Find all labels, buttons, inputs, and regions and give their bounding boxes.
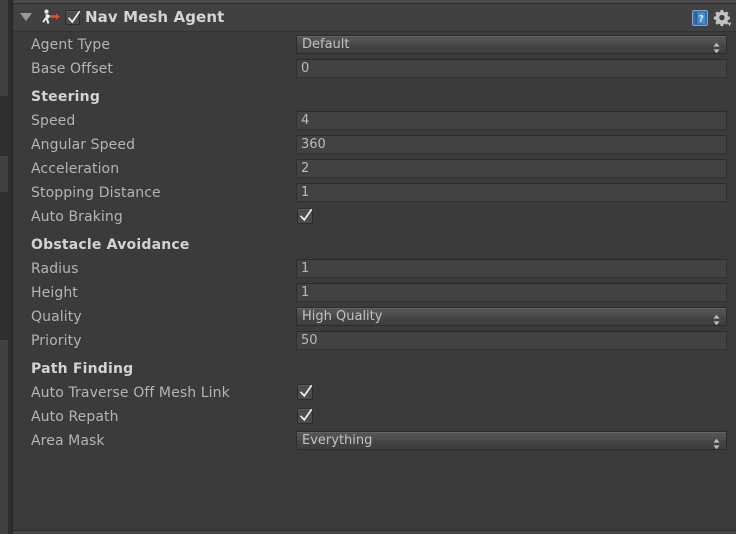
input-acceleration[interactable]: 2 <box>296 159 727 178</box>
property-row-obstacle-avoidance: Obstacle Avoidance <box>13 234 736 258</box>
property-row-area-mask: Area Mask Everything <box>13 430 736 454</box>
property-label-auto-braking: Auto Braking <box>31 209 123 225</box>
chevron-updown-icon <box>712 435 721 450</box>
checkbox-auto-repath[interactable] <box>297 408 313 424</box>
section-header-steering: Steering <box>31 89 101 105</box>
property-row-auto-traverse-off-mesh-link: Auto Traverse Off Mesh Link <box>13 382 736 406</box>
component-enabled-checkbox[interactable] <box>65 10 81 25</box>
inspector-content: Nav Mesh Agent ? Agent Type Default Base… <box>13 4 736 530</box>
svg-text:?: ? <box>699 14 704 24</box>
property-row-agent-type: Agent Type Default <box>13 34 736 58</box>
section-header-path-finding: Path Finding <box>31 361 134 377</box>
property-row-speed: Speed 4 <box>13 110 736 134</box>
property-label-acceleration: Acceleration <box>31 161 120 177</box>
value-agent-type: Default <box>302 37 350 52</box>
property-label-auto-repath: Auto Repath <box>31 409 119 425</box>
component-header[interactable]: Nav Mesh Agent ? <box>13 4 736 32</box>
value-angular-speed: 360 <box>301 137 326 152</box>
property-label-speed: Speed <box>31 113 76 129</box>
value-height: 1 <box>301 285 310 300</box>
property-label-auto-traverse-off-mesh-link: Auto Traverse Off Mesh Link <box>31 385 230 401</box>
value-radius: 1 <box>301 261 310 276</box>
value-stopping-distance: 1 <box>301 185 310 200</box>
input-height[interactable]: 1 <box>296 283 727 302</box>
property-row-acceleration: Acceleration 2 <box>13 158 736 182</box>
dropdown-quality[interactable]: High Quality <box>296 307 727 326</box>
checkbox-auto-traverse-off-mesh-link[interactable] <box>297 384 313 400</box>
input-priority[interactable]: 50 <box>296 331 727 350</box>
triangle-down-icon[interactable] <box>20 13 32 21</box>
value-area-mask: Everything <box>302 433 373 448</box>
property-label-agent-type: Agent Type <box>31 37 111 53</box>
property-label-height: Height <box>31 285 78 301</box>
property-row-priority: Priority 50 <box>13 330 736 354</box>
property-row-path-finding: Path Finding <box>13 358 736 382</box>
adjacent-panel-edge <box>0 0 13 534</box>
input-stopping-distance[interactable]: 1 <box>296 183 727 202</box>
property-row-radius: Radius 1 <box>13 258 736 282</box>
property-label-quality: Quality <box>31 309 82 325</box>
input-speed[interactable]: 4 <box>296 111 727 130</box>
value-base-offset: 0 <box>301 61 310 76</box>
value-quality: High Quality <box>302 309 383 324</box>
property-row-steering: Steering <box>13 86 736 110</box>
property-row-height: Height 1 <box>13 282 736 306</box>
property-label-stopping-distance: Stopping Distance <box>31 185 161 201</box>
property-row-angular-speed: Angular Speed 360 <box>13 134 736 158</box>
property-row-auto-repath: Auto Repath <box>13 406 736 430</box>
dropdown-agent-type[interactable]: Default <box>296 35 727 54</box>
input-base-offset[interactable]: 0 <box>296 59 727 78</box>
dropdown-area-mask[interactable]: Everything <box>296 431 727 450</box>
chevron-updown-icon <box>712 311 721 326</box>
property-label-priority: Priority <box>31 333 82 349</box>
help-book-icon[interactable]: ? <box>692 10 708 26</box>
property-row-auto-braking: Auto Braking <box>13 206 736 230</box>
gear-icon[interactable] <box>713 9 732 27</box>
property-label-radius: Radius <box>31 261 79 277</box>
chevron-updown-icon <box>712 39 721 54</box>
property-label-base-offset: Base Offset <box>31 61 113 77</box>
property-label-angular-speed: Angular Speed <box>31 137 136 153</box>
property-row-stopping-distance: Stopping Distance 1 <box>13 182 736 206</box>
window-bottom-strip <box>13 530 736 534</box>
inspector-panel: Nav Mesh Agent ? Agent Type Default Base… <box>0 0 736 534</box>
value-speed: 4 <box>301 113 310 128</box>
component-title: Nav Mesh Agent <box>85 8 225 26</box>
property-row-quality: Quality High Quality <box>13 306 736 330</box>
section-header-obstacle-avoidance: Obstacle Avoidance <box>31 237 190 253</box>
property-row-base-offset: Base Offset 0 <box>13 58 736 82</box>
nav-mesh-agent-icon <box>39 8 61 28</box>
checkbox-auto-braking[interactable] <box>297 208 313 224</box>
property-label-area-mask: Area Mask <box>31 433 105 449</box>
input-angular-speed[interactable]: 360 <box>296 135 727 154</box>
input-radius[interactable]: 1 <box>296 259 727 278</box>
value-acceleration: 2 <box>301 161 310 176</box>
value-priority: 50 <box>301 333 318 348</box>
